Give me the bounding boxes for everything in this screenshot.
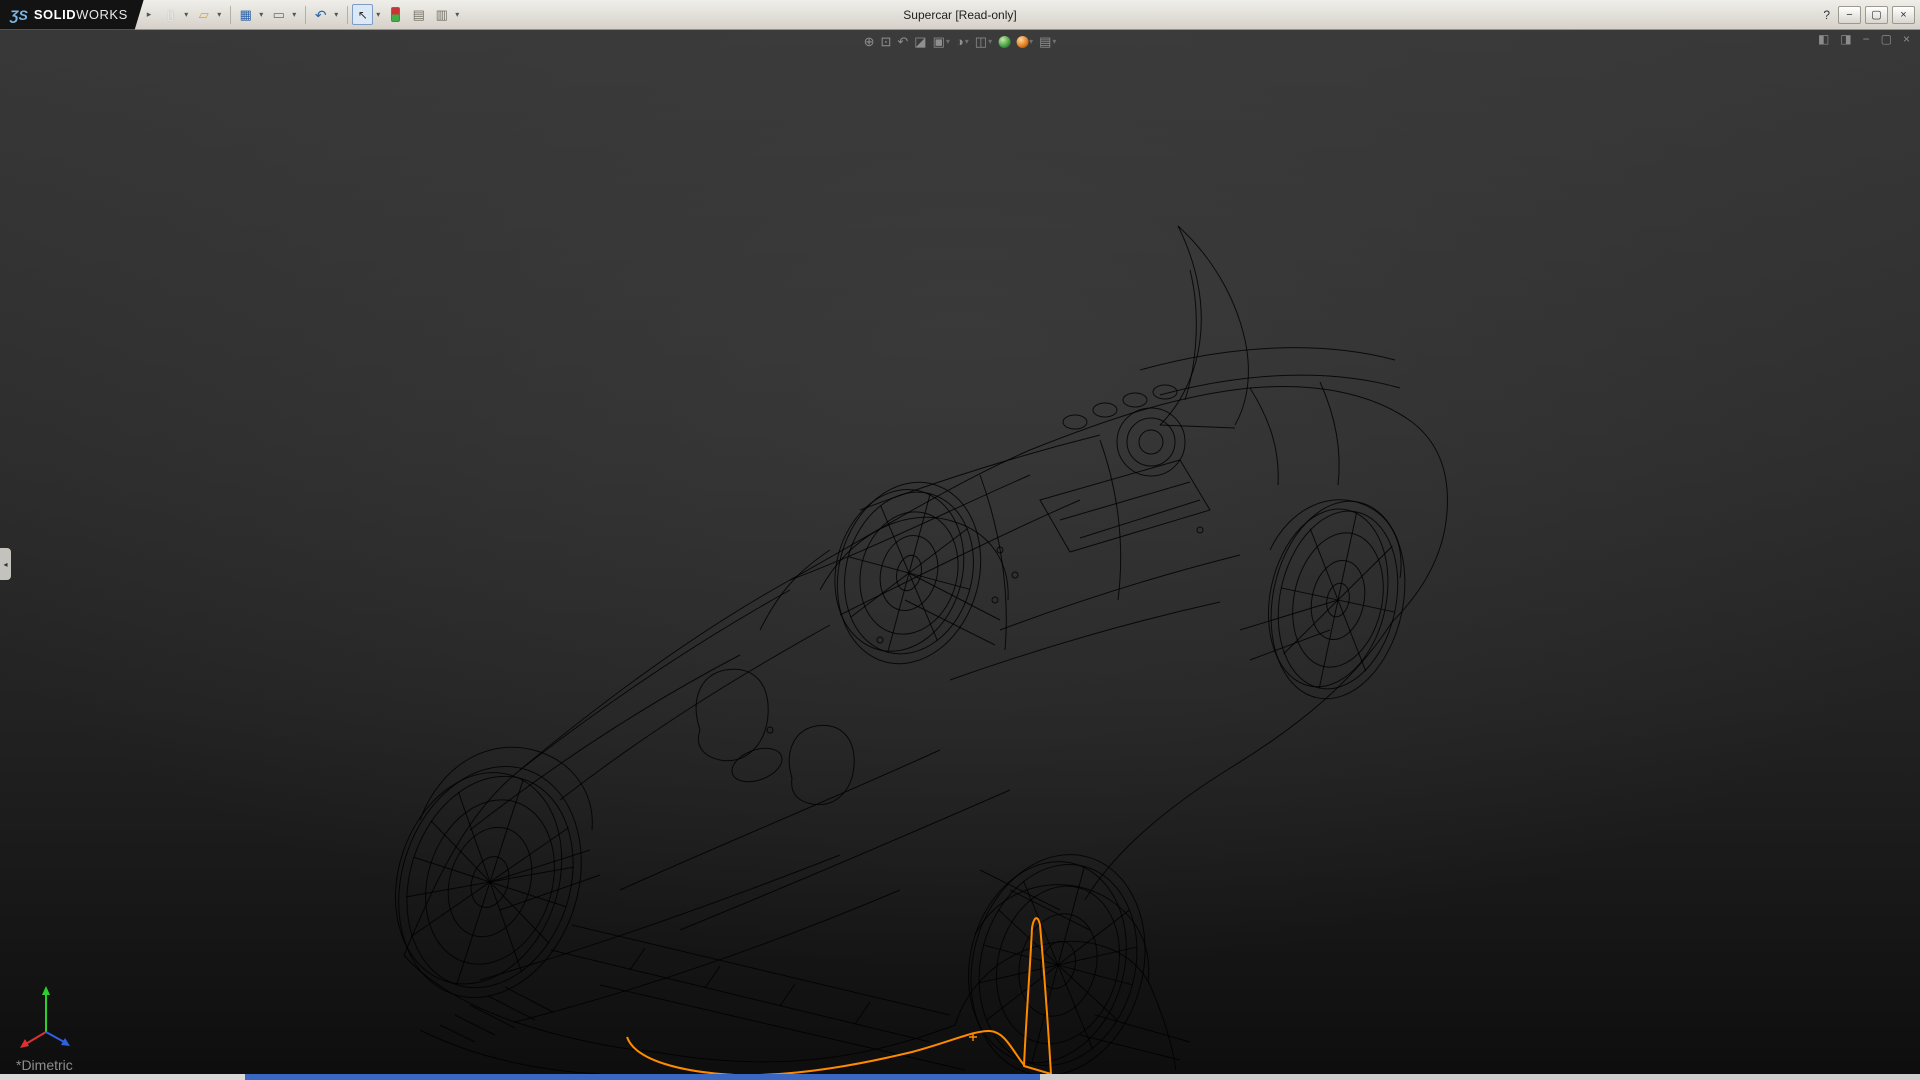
wheel-front-left [366, 741, 610, 1021]
window-controls: ? − ▢ × [1819, 6, 1920, 24]
status-strip-segment [0, 1074, 245, 1080]
status-strip-highlight [245, 1074, 1040, 1080]
new-document-button[interactable]: ▯ [160, 4, 181, 25]
print-dropdown[interactable]: ▾ [289, 10, 299, 19]
apply-scene-icon [1016, 36, 1028, 48]
wheel-rear-right [1251, 488, 1423, 711]
bottom-strip [0, 1074, 1920, 1080]
zoom-to-area-icon: ⊡ [880, 35, 891, 48]
rebuild-button[interactable] [385, 4, 406, 25]
document-title: Supercar [Read-only] [903, 8, 1016, 22]
open-document-dropdown[interactable]: ▾ [214, 10, 224, 19]
minimize-document-button[interactable]: − [1861, 32, 1872, 46]
toolbar-expand-handle[interactable]: ▸ [144, 7, 155, 22]
toolbar-separator [347, 6, 348, 24]
previous-view-icon: ↶ [897, 35, 908, 48]
edit-appearance-icon [998, 36, 1010, 48]
status-strip-segment [1040, 1074, 1920, 1080]
pane-left-button[interactable]: ◧ [1816, 32, 1831, 46]
view-orientation-caret[interactable]: ▾ [946, 37, 950, 46]
titlebar: ƷS SOLIDWORKS ▸ ▯ ▾ ▱ ▾ ▦ ▾ ▭ ▾ [0, 0, 1920, 30]
heads-up-toolbar: ⊕ ⊡ ↶ ◪ ▣▾ ◑▾ ◫▾ ▾ ▤▾ [862, 34, 1059, 49]
file-properties-button[interactable]: ▤ [408, 4, 429, 25]
wheel-rear-left [944, 834, 1169, 1074]
main-toolbar: ▯ ▾ ▱ ▾ ▦ ▾ ▭ ▾ ↶ ▾ ↖ [160, 4, 464, 25]
toolbar-separator [305, 6, 306, 24]
file-properties-icon: ▤ [413, 8, 425, 21]
orientation-triad [14, 976, 78, 1050]
selected-sketch[interactable] [627, 918, 1051, 1074]
brand-text: SOLIDWORKS [34, 6, 128, 24]
open-folder-icon: ▱ [199, 8, 209, 21]
zoom-to-fit-icon: ⊕ [864, 35, 875, 48]
undo-arrow-icon: ↶ [315, 8, 327, 22]
new-document-dropdown[interactable]: ▾ [181, 10, 191, 19]
save-button[interactable]: ▦ [235, 4, 256, 25]
previous-view-button[interactable]: ↶ [895, 34, 910, 49]
hide-show-items-button[interactable]: ◫▾ [973, 34, 994, 49]
undo-button[interactable]: ↶ [310, 4, 331, 25]
featuremanager-collapse-handle[interactable]: ◂ [0, 548, 11, 580]
save-dropdown[interactable]: ▾ [256, 10, 266, 19]
options-dropdown[interactable]: ▾ [452, 10, 462, 19]
zoom-to-fit-button[interactable]: ⊕ [862, 34, 877, 49]
toolbar-separator [230, 6, 231, 24]
options-button[interactable]: ▥ [431, 4, 452, 25]
rebuild-traffic-light-icon [391, 7, 400, 22]
3d-scene[interactable] [0, 30, 1920, 1074]
solidworks-logo: ƷS SOLIDWORKS [0, 0, 144, 30]
document-window-controls: ◧ ◨ − ▢ × [1816, 32, 1912, 46]
apply-scene-button[interactable]: ▾ [1014, 35, 1035, 49]
section-view-button[interactable]: ◪ [912, 34, 928, 49]
solidworks-window: ƷS SOLIDWORKS ▸ ▯ ▾ ▱ ▾ ▦ ▾ ▭ ▾ [0, 0, 1920, 1080]
view-settings-caret[interactable]: ▾ [1052, 37, 1056, 46]
display-style-button[interactable]: ◑▾ [954, 34, 971, 49]
display-style-icon: ◑ [956, 35, 964, 48]
display-style-caret[interactable]: ▾ [965, 37, 969, 46]
wheel-front-right [815, 465, 1001, 680]
hide-show-items-caret[interactable]: ▾ [988, 37, 992, 46]
section-view-icon: ◪ [914, 35, 926, 48]
minimize-button[interactable]: − [1838, 6, 1861, 24]
orientation-label: *Dimetric [16, 1057, 73, 1073]
apply-scene-caret[interactable]: ▾ [1029, 37, 1033, 46]
view-orientation-button[interactable]: ▣▾ [931, 34, 952, 49]
printer-icon: ▭ [273, 8, 285, 21]
undo-dropdown[interactable]: ▾ [331, 10, 341, 19]
close-button[interactable]: × [1892, 6, 1915, 24]
view-settings-button[interactable]: ▤▾ [1037, 34, 1058, 49]
save-floppy-icon: ▦ [240, 8, 252, 21]
open-document-button[interactable]: ▱ [193, 4, 214, 25]
zoom-to-area-button[interactable]: ⊡ [878, 34, 893, 49]
dassault-3ds-icon: ƷS [10, 7, 28, 23]
restore-button[interactable]: ▢ [1865, 6, 1888, 24]
select-button[interactable]: ↖ [352, 4, 373, 25]
print-button[interactable]: ▭ [268, 4, 289, 25]
view-settings-icon: ▤ [1039, 35, 1051, 48]
pane-right-button[interactable]: ◨ [1838, 32, 1853, 46]
options-icon: ▥ [436, 8, 448, 21]
select-dropdown[interactable]: ▾ [373, 10, 383, 19]
select-cursor-icon: ↖ [358, 9, 368, 21]
car-wireframe [404, 226, 1447, 1074]
help-button[interactable]: ? [1819, 8, 1834, 22]
edit-appearance-button[interactable] [996, 35, 1012, 49]
view-orientation-icon: ▣ [933, 35, 945, 48]
new-document-icon: ▯ [167, 8, 174, 21]
hide-show-items-icon: ◫ [975, 35, 987, 48]
graphics-area[interactable]: ⊕ ⊡ ↶ ◪ ▣▾ ◑▾ ◫▾ ▾ ▤▾ ◧ ◨ − ▢ × ◂ [0, 30, 1920, 1074]
close-document-button[interactable]: × [1901, 32, 1912, 46]
restore-document-button[interactable]: ▢ [1879, 32, 1894, 46]
